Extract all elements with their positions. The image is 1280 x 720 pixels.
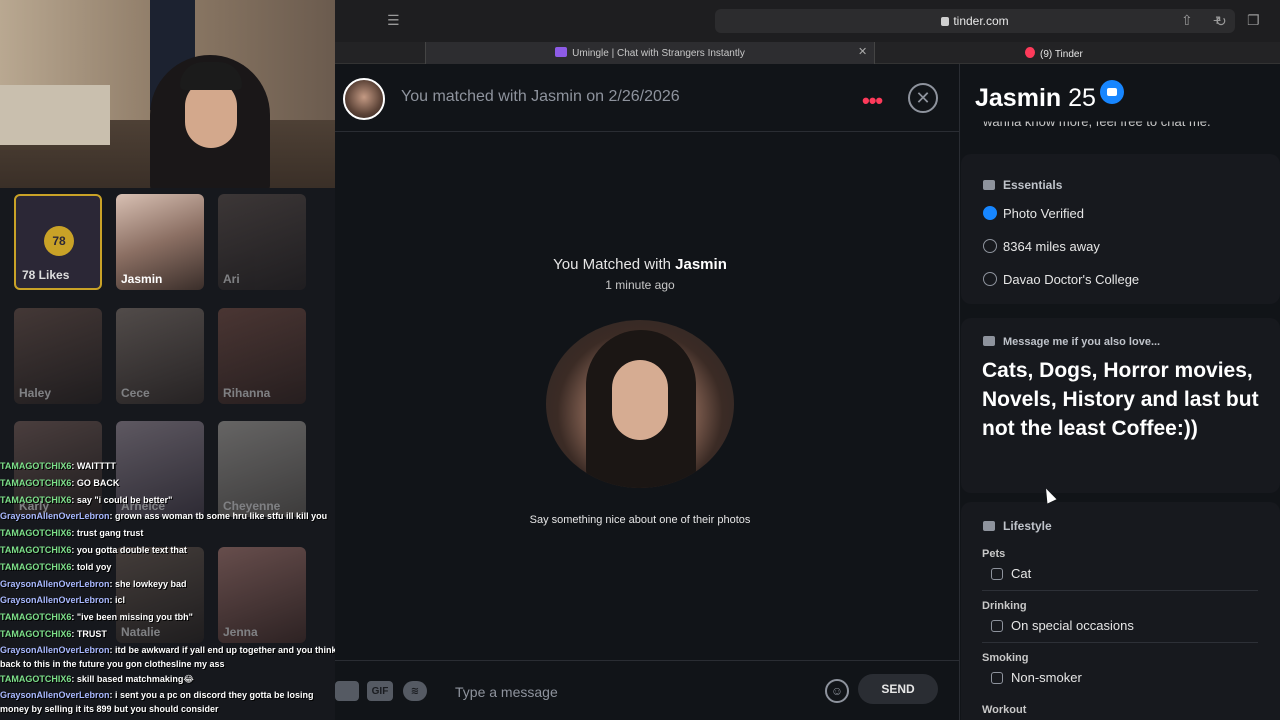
close-chat-button[interactable]: ✕	[908, 83, 938, 113]
webcam-feed	[0, 0, 335, 188]
more-options-icon[interactable]: •••	[862, 88, 883, 114]
id-card-icon	[983, 180, 995, 190]
chat-message: GraysonAllenOverLebron: grown ass woman …	[0, 511, 328, 522]
lifestyle-title: Lifestyle	[983, 519, 1052, 533]
chat-message: GraysonAllenOverLebron: she lowkeyy bad	[0, 578, 187, 589]
chat-message: TAMAGOTCHIX6: say "i could be better"	[0, 494, 173, 505]
reader-icon[interactable]: ☰	[387, 12, 400, 29]
verified-badge-icon[interactable]	[1099, 80, 1124, 104]
lifestyle-label: Workout	[982, 704, 1027, 716]
close-tab-icon[interactable]: ✕	[858, 45, 867, 58]
avatar[interactable]	[343, 78, 385, 120]
match-date-text: You matched with Jasmin on 2/26/2026	[401, 88, 680, 105]
match-tile[interactable]: Cece	[116, 308, 204, 404]
lifestyle-value: Non-smoker	[991, 670, 1082, 685]
graduation-cap-icon	[983, 272, 997, 286]
chat-message: TAMAGOTCHIX6: "ive been missing you tbh"	[0, 612, 193, 623]
emoji-icon[interactable]: ☺	[825, 679, 849, 703]
essentials-card: Essentials Photo Verified 8364 miles awa…	[961, 154, 1280, 304]
share-icon[interactable]: ⇧	[1181, 12, 1193, 29]
lifestyle-label: Smoking	[982, 652, 1029, 664]
lifestyle-value: Cat	[991, 566, 1031, 581]
new-tab-icon[interactable]: +	[1213, 12, 1221, 28]
sticker-icon[interactable]	[335, 681, 359, 701]
profile-panel: Jasmin 25 wanna know more, feel free to …	[961, 64, 1280, 720]
prompt-title: Message me if you also love...	[983, 336, 1160, 348]
match-name: Cece	[121, 386, 150, 400]
chat-message: TAMAGOTCHIX6: TRUST	[0, 628, 107, 639]
match-name: Ari	[223, 272, 240, 286]
match-tile[interactable]: Rihanna	[218, 308, 306, 404]
chat-panel: You matched with Jasmin on 2/26/2026 •••…	[335, 64, 960, 720]
tab-tinder[interactable]: (9) Tinder	[1025, 47, 1083, 60]
message-input[interactable]	[455, 683, 795, 701]
umingle-icon	[555, 47, 568, 57]
lock-icon	[941, 17, 950, 26]
smoking-icon	[991, 672, 1003, 684]
message-composer: GIF ≋ ☺ SEND	[335, 660, 960, 720]
verified-icon	[983, 206, 997, 220]
quote-icon	[983, 336, 995, 346]
likes-count-badge: 78	[44, 226, 74, 256]
screen: 78 78 Likes Jasmin Ari Haley Cece Rihann…	[0, 0, 1280, 720]
lifestyle-card: Lifestyle Pets Cat Drinking On special o…	[961, 502, 1280, 720]
prompt-answer: Cats, Dogs, Horror movies, Novels, Histo…	[982, 359, 1259, 440]
match-name: Jasmin	[121, 272, 163, 286]
profile-name: Jasmin 25	[975, 80, 1124, 113]
essentials-title: Essentials	[983, 178, 1062, 192]
match-tile[interactable]: Jasmin	[116, 194, 204, 290]
chat-message: GraysonAllenOverLebron: icl	[0, 595, 126, 606]
address-bar[interactable]: tinder.com ↻	[715, 9, 1235, 33]
essential-verified: Photo Verified	[983, 206, 1084, 221]
chat-message: TAMAGOTCHIX6: you gotta double text that	[0, 544, 187, 555]
conversation-prompt: Say something nice about one of their ph…	[529, 514, 751, 526]
chat-message: TAMAGOTCHIX6: trust gang trust	[0, 528, 144, 539]
browser-toolbar: ☰ tinder.com ↻ ⇧ + ❐	[335, 0, 1280, 42]
tab-title: Umingle | Chat with Strangers Instantly	[572, 48, 745, 59]
bio-text: wanna know more, feel free to chat me.	[983, 114, 1211, 130]
gif-button[interactable]: GIF	[367, 681, 393, 701]
paw-icon	[991, 568, 1003, 580]
tabs-overview-icon[interactable]: ❐	[1247, 12, 1260, 29]
stream-chat-overlay: TAMAGOTCHIX6: WAITTTT TAMAGOTCHIX6: GO B…	[0, 458, 340, 716]
tab-umingle[interactable]: Umingle | Chat with Strangers Instantly	[425, 42, 875, 64]
chat-message: GraysonAllenOverLebron: itd be awkward i…	[0, 644, 337, 669]
essential-distance: 8364 miles away	[983, 239, 1100, 254]
match-name: Rihanna	[223, 386, 271, 400]
chat-message: GraysonAllenOverLebron: i sent you a pc …	[0, 689, 314, 714]
url-text: tinder.com	[953, 14, 1009, 28]
location-pin-icon	[983, 239, 997, 253]
matched-time: 1 minute ago	[605, 278, 675, 292]
tab-title: (9) Tinder	[1040, 49, 1083, 60]
matched-title: You Matched with Jasmin	[553, 256, 727, 273]
match-tile[interactable]: Haley	[14, 308, 102, 404]
chat-message: TAMAGOTCHIX6: skill based matchmaking😂	[0, 673, 194, 684]
lifestyle-label: Pets	[982, 548, 1006, 560]
match-name: Haley	[19, 386, 52, 400]
spotify-icon[interactable]: ≋	[403, 681, 427, 701]
tab-bar: Umingle | Chat with Strangers Instantly …	[335, 42, 1280, 64]
match-tile[interactable]: Ari	[218, 194, 306, 290]
chat-header: You matched with Jasmin on 2/26/2026 •••…	[335, 64, 960, 132]
chat-message: TAMAGOTCHIX6: WAITTTT	[0, 461, 116, 471]
tag-icon	[983, 521, 995, 531]
tinder-flame-icon	[1025, 47, 1035, 58]
likes-tile[interactable]: 78 78 Likes	[14, 194, 102, 290]
send-button[interactable]: SEND	[858, 674, 938, 704]
essential-school: Davao Doctor's College	[983, 272, 1139, 287]
likes-label: 78 Likes	[22, 268, 70, 282]
lifestyle-label: Drinking	[982, 600, 1027, 612]
chat-message: TAMAGOTCHIX6: told yoy	[0, 561, 112, 572]
chat-message: TAMAGOTCHIX6: GO BACK	[0, 477, 120, 488]
lifestyle-value: On special occasions	[991, 618, 1134, 633]
wine-glass-icon	[991, 620, 1003, 632]
match-photo[interactable]	[546, 320, 734, 488]
